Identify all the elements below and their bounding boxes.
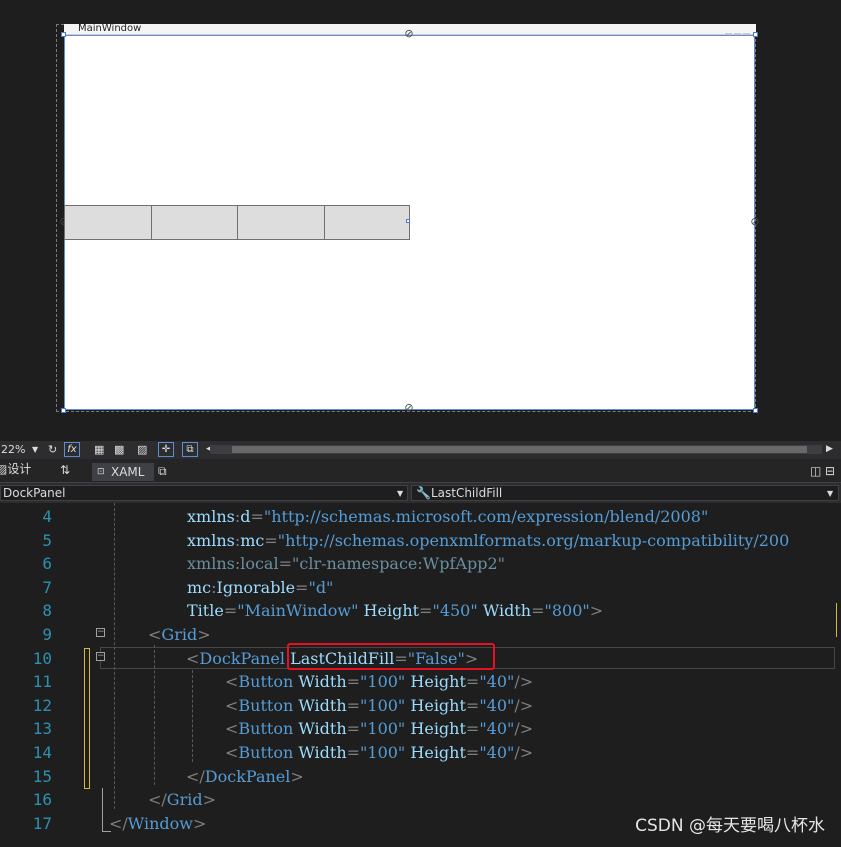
resize-handle-bottom-left[interactable]: [61, 408, 66, 413]
code-line-4[interactable]: xmlns:d="http://schemas.microsoft.com/ex…: [187, 505, 708, 529]
resize-handle-top-left[interactable]: [61, 32, 66, 37]
scroll-right-icon[interactable]: ▶: [826, 442, 833, 457]
code-line-8[interactable]: Title="MainWindow" Height="450" Width="8…: [187, 599, 603, 623]
designer-button-3[interactable]: [237, 205, 325, 240]
horizontal-scrollbar-thumb[interactable]: [232, 446, 807, 453]
code-line-11[interactable]: <Button Width="100" Height="40"/>: [225, 670, 533, 694]
code-line-6[interactable]: xmlns:local="clr-namespace:WpfApp2": [187, 552, 505, 576]
fold-grid-icon[interactable]: −: [96, 628, 105, 637]
anchor-right-icon[interactable]: ⊘: [749, 216, 761, 228]
fold-dockpanel-icon[interactable]: −: [96, 652, 105, 661]
zoom-dropdown-icon[interactable]: ▼: [32, 442, 38, 457]
code-line-13[interactable]: <Button Width="100" Height="40"/>: [225, 717, 533, 741]
zoom-combo[interactable]: 22%: [1, 442, 25, 457]
line-number: 13: [32, 719, 52, 739]
design-tab-label: 设计: [7, 462, 32, 476]
line-number: 15: [32, 766, 52, 786]
split-vertical-icon[interactable]: ◫: [810, 463, 821, 479]
code-line-12[interactable]: <Button Width="100" Height="40"/>: [225, 694, 533, 718]
xaml-icon: ⊡: [97, 467, 105, 477]
swap-panes-button[interactable]: ⇅: [60, 462, 70, 478]
artboard-icon[interactable]: ▨: [137, 442, 147, 457]
window-caption-buttons: [723, 25, 753, 40]
line-number: 14: [32, 743, 52, 762]
anchor-top-icon[interactable]: ⊘: [403, 28, 415, 40]
member-combo[interactable]: 🔧LastChildFill: [411, 485, 839, 501]
line-number: 7: [42, 577, 52, 597]
indent-guide-3: [192, 670, 193, 762]
code-line-14[interactable]: <Button Width="100" Height="40"/>: [225, 741, 533, 765]
split-horizontal-icon[interactable]: ⊟: [825, 463, 835, 479]
line-number: 10: [32, 648, 52, 668]
resize-handle-bottom-right[interactable]: [753, 408, 758, 413]
anchor-bottom-icon[interactable]: ⊘: [403, 402, 415, 414]
device-icon[interactable]: ⧉: [182, 442, 198, 457]
code-line-7[interactable]: mc:Ignorable="d": [187, 576, 333, 600]
scroll-marker: [836, 603, 841, 637]
designer-button-1[interactable]: [64, 205, 152, 240]
dockpanel-handle[interactable]: [406, 219, 410, 223]
indent-guide-1: [114, 503, 115, 809]
line-number: 4: [42, 507, 52, 526]
refresh-icon[interactable]: ↻: [48, 442, 57, 457]
member-combo-value: LastChildFill: [430, 486, 503, 500]
line-number: 17: [32, 813, 52, 833]
resize-handle-top-right[interactable]: [753, 32, 758, 37]
code-line-15[interactable]: </DockPanel>: [186, 765, 304, 789]
line-number: 12: [32, 695, 52, 715]
element-combo-arrow-icon[interactable]: ▼: [397, 486, 403, 502]
watermark: CSDN @每天要喝八杯水: [635, 816, 825, 836]
line-number: 6: [42, 554, 52, 574]
designer-button-4[interactable]: [324, 205, 410, 240]
designer-button-2[interactable]: [151, 205, 238, 240]
line-number: 9: [42, 625, 52, 644]
code-line-16[interactable]: </Grid>: [148, 788, 216, 812]
line-number: 8: [42, 601, 52, 621]
code-line-17[interactable]: </Window>: [109, 812, 206, 836]
grid-icon[interactable]: ▦: [94, 442, 104, 457]
wrench-icon: 🔧: [416, 486, 431, 500]
popout-icon[interactable]: ⧉: [158, 463, 167, 479]
snap-grid-icon[interactable]: ▩: [114, 442, 124, 457]
annotation-highlight-box: [287, 643, 495, 670]
member-combo-arrow-icon[interactable]: ▼: [827, 486, 833, 502]
line-number: 11: [32, 672, 52, 692]
element-combo-value: DockPanel: [3, 486, 66, 500]
line-number: 16: [32, 790, 52, 810]
fx-button[interactable]: fx: [64, 442, 80, 457]
xaml-tab-label: XAML: [111, 465, 145, 479]
design-tab[interactable]: ▨设计: [0, 461, 31, 477]
window-title: MainWindow: [78, 23, 142, 34]
indent-guide-2: [154, 645, 155, 785]
code-line-9[interactable]: <Grid>: [148, 623, 211, 647]
code-line-5[interactable]: xmlns:mc="http://schemas.openxmlformats.…: [187, 529, 789, 553]
snap-lines-icon[interactable]: ✛: [158, 442, 174, 457]
change-tracking-bar: [84, 648, 90, 789]
line-number: 5: [42, 530, 52, 550]
element-combo[interactable]: DockPanel: [0, 485, 408, 501]
